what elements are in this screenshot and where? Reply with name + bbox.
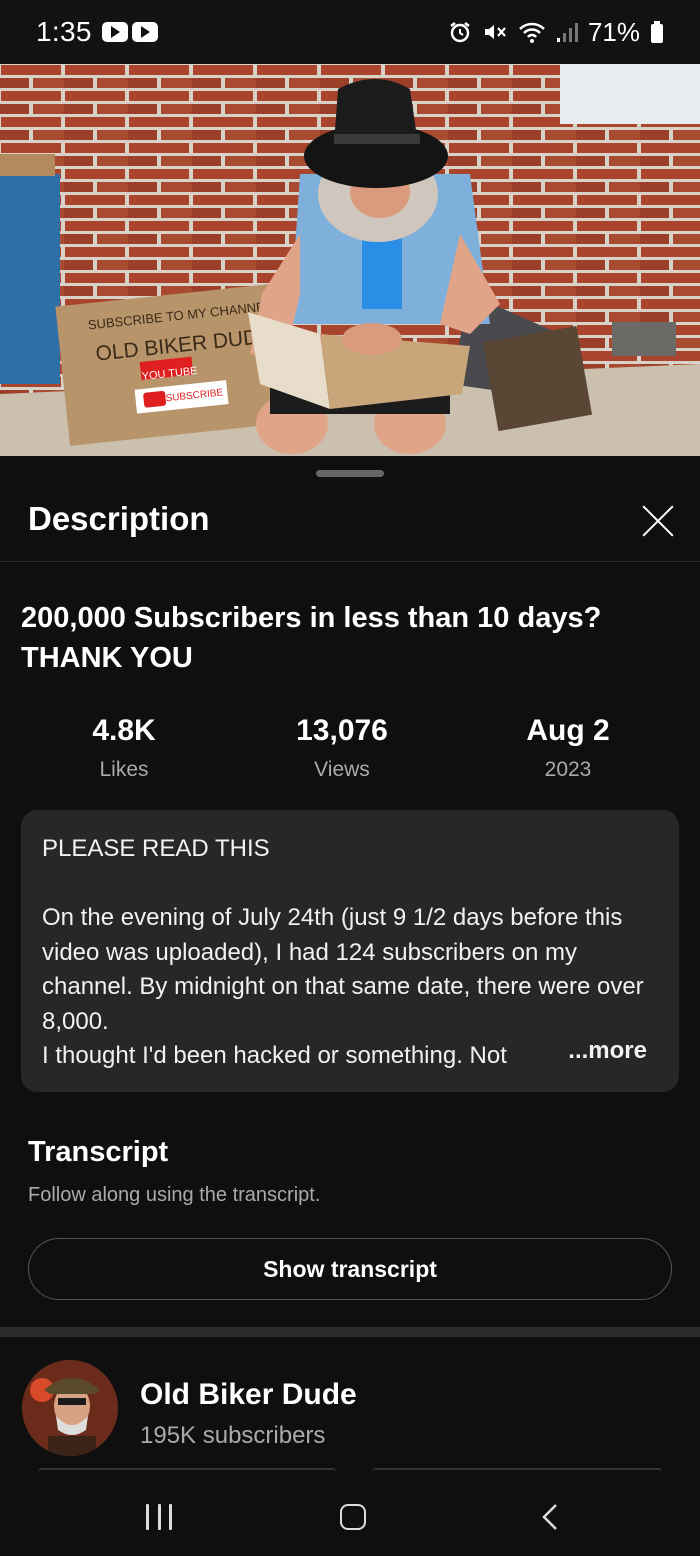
channel-name[interactable]: Old Biker Dude	[140, 1378, 357, 1412]
back-icon[interactable]	[540, 1503, 560, 1531]
show-transcript-button[interactable]: Show transcript	[28, 1238, 672, 1300]
navigation-bar	[0, 1476, 700, 1556]
views-count: 13,076	[296, 714, 388, 747]
description-sheet: Description 200,000 Subscribers in less …	[0, 458, 700, 1556]
sheet-title: Description	[28, 500, 210, 537]
battery-percent: 71%	[587, 16, 640, 47]
likes-label: Likes	[99, 758, 149, 781]
description-box[interactable]: PLEASE READ THIS On the evening of July …	[21, 810, 679, 1092]
transcript-title: Transcript	[28, 1136, 169, 1168]
date-stat: Aug 2 2023	[458, 714, 678, 782]
avatar-image	[22, 1360, 118, 1456]
more-link[interactable]: ...more	[556, 1033, 647, 1068]
youtube-icon	[131, 22, 158, 42]
status-time: 1:35	[36, 16, 92, 47]
close-icon[interactable]	[638, 500, 678, 540]
channel-action-button[interactable]	[372, 1468, 662, 1472]
likes-count: 4.8K	[92, 714, 156, 747]
channel-subscribers: 195K subscribers	[140, 1422, 326, 1449]
upload-date: Aug 2	[526, 714, 610, 747]
recents-icon[interactable]	[146, 1504, 172, 1530]
avatar[interactable]	[22, 1360, 118, 1456]
video-title: 200,000 Subscribers in less than 10 days…	[21, 602, 602, 674]
mute-icon	[484, 25, 506, 39]
transcript-subtitle: Follow along using the transcript.	[28, 1184, 321, 1206]
home-icon[interactable]	[340, 1504, 366, 1530]
section-divider	[0, 1327, 700, 1337]
likes-stat: 4.8K Likes	[14, 714, 234, 782]
channel-row[interactable]: Old Biker Dude 195K subscribers	[0, 1358, 700, 1468]
status-icons: 71%	[448, 17, 664, 48]
upload-year: 2023	[544, 758, 592, 781]
channel-action-button[interactable]	[38, 1468, 336, 1472]
drag-handle[interactable]	[316, 470, 384, 477]
alarm-icon	[450, 22, 470, 43]
views-label: Views	[314, 758, 370, 781]
signal-icon	[556, 23, 578, 42]
status-bar: 1:35 71%	[0, 0, 700, 64]
battery-icon	[651, 21, 663, 43]
youtube-icon	[101, 22, 128, 42]
views-stat: 13,076 Views	[232, 714, 452, 782]
video-stats: 4.8K Likes 13,076 Views Aug 2 2023	[0, 714, 700, 794]
video-frame: SUBSCRIBE TO MY CHANNEL OLD BIKER DUDE Y…	[0, 64, 700, 456]
wifi-icon	[519, 22, 545, 43]
video-player[interactable]: SUBSCRIBE TO MY CHANNEL OLD BIKER DUDE Y…	[0, 64, 700, 456]
sheet-header: Description	[0, 482, 700, 562]
